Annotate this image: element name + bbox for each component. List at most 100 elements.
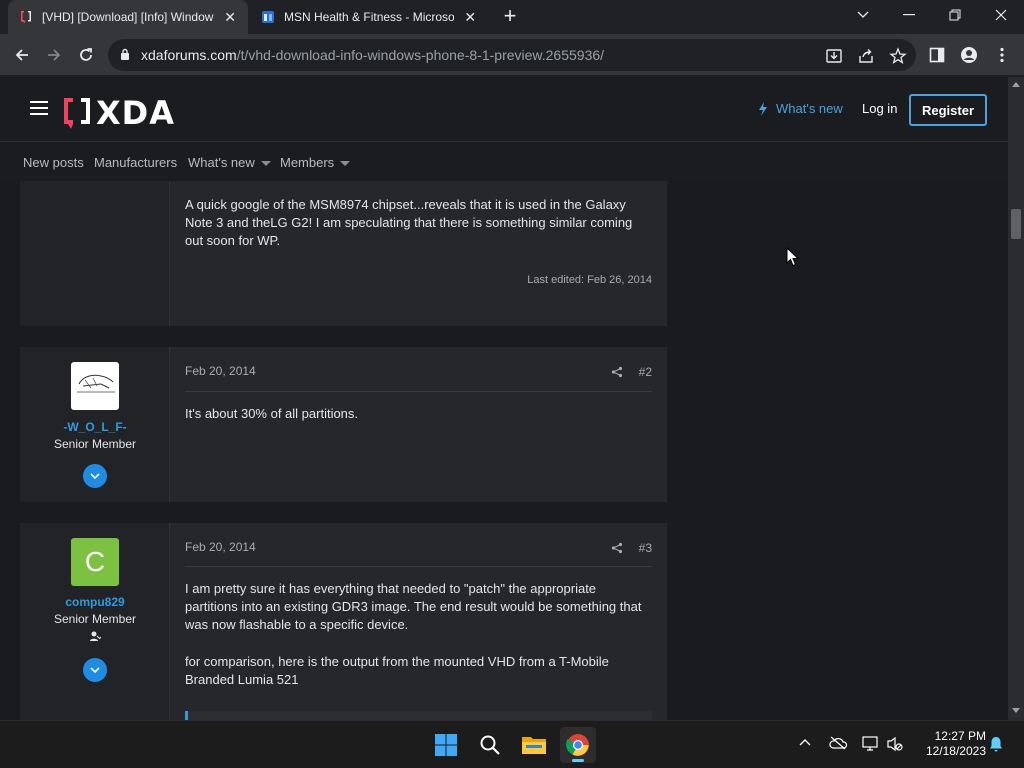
hamburger-menu-icon[interactable] [30,101,48,115]
post-body: It's about 30% of all partitions. [185,406,359,421]
username-link[interactable]: compu829 [20,595,170,609]
clock-time: 12:27 PM [934,729,986,743]
search-button[interactable] [472,727,508,763]
post-body: A quick google of the MSM8974 chipset...… [185,197,633,248]
url-path: /t/vhd-download-info-windows-phone-8-1-p… [236,47,605,63]
share-icon[interactable] [857,47,875,65]
chevron-down-icon [90,473,100,479]
tab-title: [VHD] [Download] [Info] Window [42,10,214,24]
post-date[interactable]: Feb 20, 2014 [185,364,256,378]
web-page: XDA What's new Log in Register New posts… [0,77,1008,720]
notification-bell-icon[interactable] [989,736,1003,752]
site-header: XDA What's new Log in Register [0,77,1008,141]
tab-xda-thread[interactable]: [VHD] [Download] [Info] Window ✕ [8,0,248,34]
start-button[interactable] [428,727,464,763]
profile-icon[interactable] [959,45,979,65]
chrome-taskbar-button[interactable] [560,727,596,763]
tab-search-icon[interactable] [840,0,886,30]
nav-new-posts[interactable]: New posts [23,155,84,170]
post-divider [185,566,652,567]
file-explorer-button[interactable] [516,727,552,763]
reload-icon[interactable] [73,42,99,68]
onedrive-icon[interactable] [829,736,847,750]
post-3: C compu829 Senior Member Feb 20, 2014 #3… [20,523,667,720]
user-title: Senior Member [53,612,137,626]
scrollbar-thumb[interactable] [1011,209,1021,239]
xda-favicon-icon [21,11,31,23]
windows-logo-icon [435,734,457,756]
new-tab-button[interactable]: + [498,5,522,29]
network-icon[interactable] [861,736,879,752]
register-button[interactable]: Register [909,94,987,126]
clock-date: 12/18/2023 [925,744,986,758]
menu-kebab-icon[interactable] [992,45,1012,65]
post-2: -W_O_L_F- Senior Member Feb 20, 2014 #2 … [20,347,667,502]
back-arrow-icon[interactable] [9,42,35,68]
tab-title: MSN Health & Fitness - Microsof [284,10,455,24]
nav-label: Manufacturers [94,155,178,170]
avatar-letter: C [84,546,106,577]
restore-icon[interactable] [932,0,978,30]
nav-label: New posts [23,155,84,170]
url-host: xdaforums.com [141,47,237,63]
tab-msn-health[interactable]: MSN Health & Fitness - Microsof ✕ [250,0,488,34]
logo-text: XDA [96,94,175,132]
page-scrollbar[interactable] [1008,77,1024,720]
post-user-column: C compu829 Senior Member [20,523,170,720]
folder-icon [522,737,546,754]
share-icon[interactable] [611,542,623,554]
xda-logo[interactable]: XDA [62,94,175,132]
bookmark-star-icon[interactable] [889,47,907,65]
wolf-sketch-icon [77,374,115,393]
system-clock[interactable]: 12:27 PM 12/18/2023 [912,729,986,759]
avatar[interactable] [71,362,119,410]
code-block [185,711,652,720]
bolt-icon [759,101,767,116]
chrome-icon [566,734,589,756]
tab-close-icon[interactable]: ✕ [222,9,238,26]
chevron-down-icon[interactable] [340,161,351,167]
nav-label: Members [280,155,335,170]
active-indicator [572,759,584,762]
username-link[interactable]: -W_O_L_F- [20,420,170,434]
forward-arrow-icon[interactable] [41,42,67,68]
secondary-nav: New posts Manufacturers What's new Membe… [0,141,1008,181]
share-icon[interactable] [611,366,623,378]
url-text[interactable]: xdaforums.com/t/vhd-download-info-window… [141,47,604,63]
windows-taskbar: 12:27 PM 12/18/2023 [0,720,1024,768]
member-badge-icon [90,631,101,641]
post-number-link[interactable]: #2 [639,365,652,379]
nav-manufacturers[interactable]: Manufacturers [94,155,177,170]
msn-favicon-icon [262,11,274,23]
tab-close-icon[interactable]: ✕ [462,9,478,26]
thread-posts: A quick google of the MSM8974 chipset...… [0,181,1008,720]
chevron-down-icon [90,667,100,673]
nav-whats-new[interactable]: What's new [188,155,271,170]
scroll-up-icon[interactable] [1012,82,1020,87]
post-body: for comparison, here is the output from … [185,654,609,687]
post-body: I am pretty sure it has everything that … [185,581,642,632]
lock-icon[interactable] [120,48,130,61]
chevron-down-icon[interactable] [260,161,271,167]
chevron-up-icon[interactable] [799,738,811,746]
volume-muted-icon[interactable] [886,736,904,752]
post-meta: #2 [611,365,652,379]
scroll-down-icon[interactable] [1012,708,1020,713]
install-app-icon[interactable] [825,47,843,65]
expand-user-info-button[interactable] [83,464,107,488]
post-number-link[interactable]: #3 [639,541,652,555]
xda-bracket-icon [64,98,90,129]
close-window-icon[interactable] [978,0,1024,30]
expand-user-info-button[interactable] [83,658,107,682]
avatar[interactable]: C [71,538,119,586]
post-user-column: -W_O_L_F- Senior Member [20,347,170,502]
nav-label: What's new [188,155,255,170]
whats-new-link[interactable]: What's new [758,101,843,116]
address-bar[interactable]: xdaforums.com/t/vhd-download-info-window… [108,39,916,71]
login-link[interactable]: Log in [862,101,897,116]
nav-members[interactable]: Members [280,155,351,170]
user-title: Senior Member [53,437,137,451]
side-panel-icon[interactable] [927,45,947,65]
minimize-icon[interactable] [886,0,932,30]
post-date[interactable]: Feb 20, 2014 [185,540,256,554]
